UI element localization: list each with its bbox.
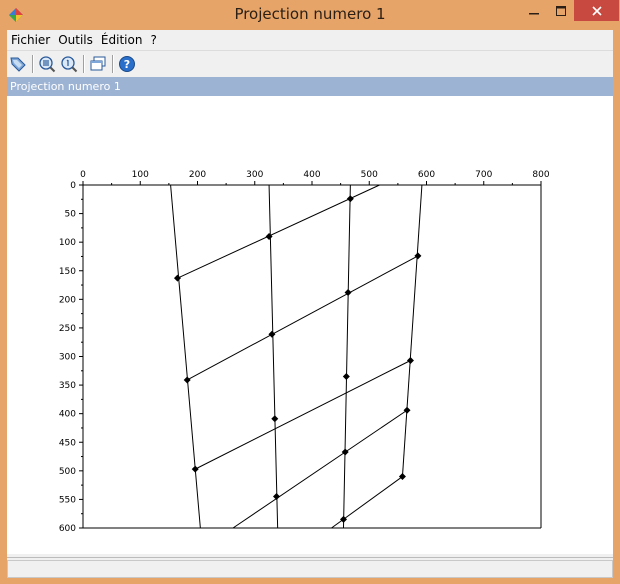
y-tick-label: 350 bbox=[59, 381, 76, 391]
y-tick-label: 150 bbox=[59, 267, 76, 277]
minimize-button[interactable] bbox=[520, 0, 547, 21]
diagonal-line bbox=[232, 409, 408, 529]
diamond-marker bbox=[403, 406, 411, 414]
diamond-marker bbox=[265, 232, 273, 240]
panel-title: Projection numero 1 bbox=[7, 77, 613, 96]
menu-outils[interactable]: Outils bbox=[54, 33, 97, 47]
diamond-marker bbox=[406, 357, 414, 365]
diagonal-line bbox=[186, 255, 419, 381]
status-bar bbox=[7, 557, 613, 578]
y-tick-label: 300 bbox=[59, 353, 76, 363]
diamond-marker bbox=[271, 415, 279, 423]
diamond-marker bbox=[183, 376, 191, 384]
toolbar-separator bbox=[32, 55, 34, 73]
diamond-marker bbox=[268, 330, 276, 338]
y-tick-label: 400 bbox=[59, 410, 76, 420]
maximize-button[interactable] bbox=[547, 0, 574, 21]
x-tick-label: 600 bbox=[418, 170, 435, 180]
zoom-grid-button[interactable] bbox=[37, 54, 57, 74]
close-icon bbox=[591, 5, 602, 16]
status-field bbox=[7, 560, 613, 578]
y-tick-label: 600 bbox=[59, 524, 76, 534]
x-tick-label: 0 bbox=[80, 170, 86, 180]
x-tick-label: 200 bbox=[189, 170, 206, 180]
svg-text:?: ? bbox=[124, 58, 130, 71]
menu-edition[interactable]: Édition bbox=[97, 33, 147, 47]
toolbar: ? bbox=[7, 50, 613, 76]
select-button[interactable] bbox=[8, 54, 28, 74]
windows-button[interactable] bbox=[88, 54, 108, 74]
zoom-1-icon bbox=[61, 56, 78, 73]
diagonal-line bbox=[194, 360, 411, 470]
projection-chart: 0 100 200 300 400 500 600 700 800 0 50 100 150 200 250… bbox=[59, 170, 550, 534]
diamond-marker bbox=[273, 493, 281, 501]
help-button[interactable]: ? bbox=[117, 54, 137, 74]
client-area: Fichier Outils Édition ? ? Projection nu… bbox=[7, 30, 613, 578]
x-tick-label: 700 bbox=[475, 170, 492, 180]
diamond-marker bbox=[341, 448, 349, 456]
zoom-grid-icon bbox=[39, 56, 56, 73]
select-arrow-icon bbox=[10, 57, 26, 72]
x-tick-label: 400 bbox=[303, 170, 320, 180]
meridian-line bbox=[170, 184, 201, 529]
close-button[interactable] bbox=[574, 0, 619, 21]
y-tick-label: 500 bbox=[59, 467, 76, 477]
meridian-line bbox=[401, 184, 423, 477]
menu-bar: Fichier Outils Édition ? bbox=[7, 30, 613, 49]
x-tick-label: 800 bbox=[532, 170, 549, 180]
y-tick-label: 250 bbox=[59, 324, 76, 334]
x-tick-label: 500 bbox=[361, 170, 378, 180]
help-icon: ? bbox=[119, 56, 135, 72]
y-tick-label: 550 bbox=[59, 495, 76, 505]
zoom-1-button[interactable] bbox=[59, 54, 79, 74]
menu-help[interactable]: ? bbox=[146, 33, 160, 47]
windows-icon bbox=[90, 56, 106, 71]
y-tick-label: 450 bbox=[59, 438, 76, 448]
maximize-icon bbox=[555, 5, 566, 16]
x-tick-label: 300 bbox=[246, 170, 263, 180]
title-bar[interactable]: Projection numero 1 bbox=[0, 0, 620, 30]
x-tick-label: 100 bbox=[132, 170, 149, 180]
diamond-marker bbox=[346, 195, 354, 203]
toolbar-separator bbox=[112, 55, 114, 73]
diamond-marker bbox=[342, 373, 350, 381]
y-tick-label: 50 bbox=[65, 210, 77, 220]
plot-canvas[interactable]: 0 100 200 300 400 500 600 700 800 0 50 100 150 200 250… bbox=[7, 96, 613, 554]
diamond-marker bbox=[398, 473, 406, 481]
y-tick-label: 100 bbox=[59, 238, 76, 248]
diamond-marker bbox=[173, 274, 181, 282]
app-window: Projection numero 1 Fichier Outils Éditi… bbox=[0, 0, 620, 584]
meridian-line bbox=[342, 184, 351, 529]
minimize-icon bbox=[528, 12, 539, 14]
menu-fichier[interactable]: Fichier bbox=[7, 33, 54, 47]
diamond-marker bbox=[191, 465, 199, 473]
diamond-marker bbox=[414, 252, 422, 260]
y-tick-label: 0 bbox=[70, 181, 76, 191]
y-tick-label: 200 bbox=[59, 295, 76, 305]
toolbar-separator bbox=[83, 55, 85, 73]
